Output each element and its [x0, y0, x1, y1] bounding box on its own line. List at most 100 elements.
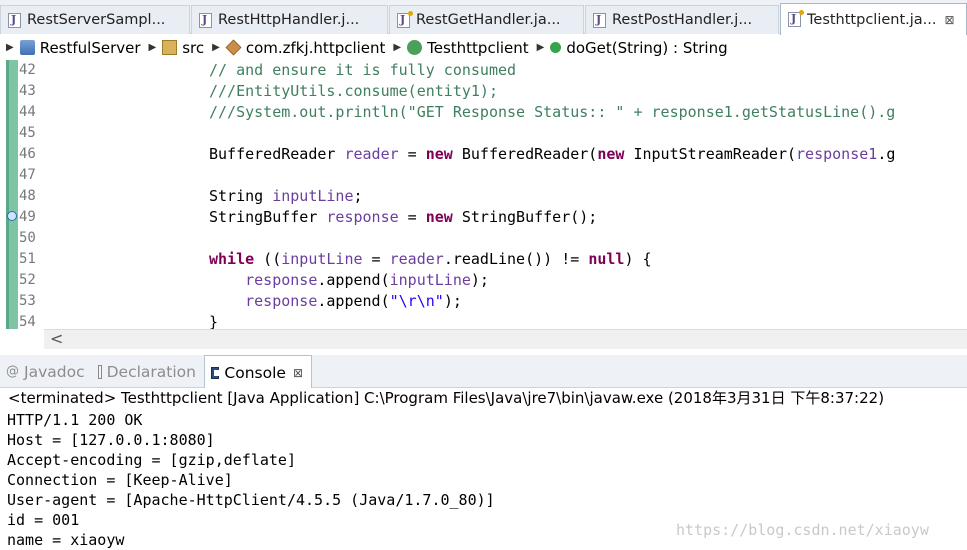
code-token: .g: [877, 145, 896, 163]
line-number: 54: [19, 314, 36, 329]
console-status: <terminated> Testhttpclient [Java Applic…: [8, 389, 885, 407]
java-file-icon: [593, 12, 606, 28]
code-token: response1: [796, 145, 878, 163]
code-token: new: [425, 208, 453, 226]
breadcrumb: ▶ RestfulServer ▶ src ▶ com.zfkj.httpcli…: [0, 35, 967, 61]
tab-label: RestPostHandler.j...: [612, 12, 753, 28]
console-line: Host = [127.0.0.1:8080]: [7, 431, 215, 449]
chevron-right-icon: ▶: [212, 42, 220, 53]
console-icon: [211, 366, 223, 379]
line-number: 48: [19, 188, 36, 204]
tab-restserversample[interactable]: RestServerSampl...: [0, 5, 190, 34]
code-token: =: [398, 145, 426, 163]
code-token: inputLine: [272, 187, 354, 205]
close-icon[interactable]: ⊠: [945, 13, 955, 27]
package-icon: [225, 39, 242, 56]
console-line: User-agent = [Apache-HttpClient/4.5.5 (J…: [7, 491, 495, 509]
code-text: }: [209, 312, 218, 329]
breadcrumb-package[interactable]: com.zfkj.httpclient: [246, 39, 386, 57]
code-token: .readLine()) !=: [443, 250, 589, 268]
java-file-icon: [397, 10, 413, 28]
tab-console[interactable]: Console ⊠: [204, 355, 312, 389]
breakpoint-icon[interactable]: [7, 211, 17, 221]
code-token: new: [425, 145, 453, 163]
java-file-icon: [8, 12, 21, 28]
breadcrumb-src[interactable]: src: [182, 39, 204, 57]
watermark: https://blog.csdn.net/xiaoyw: [676, 521, 929, 539]
code-text: while ((inputLine = reader.readLine()) !…: [209, 249, 652, 270]
code-token: new: [597, 145, 625, 163]
code-text: response.append(inputLine);: [209, 270, 489, 291]
code-token: InputStreamReader(: [624, 145, 797, 163]
line-number: 46: [19, 146, 36, 162]
code-token: ;: [353, 187, 363, 205]
code-token: response: [245, 271, 318, 289]
tab-label: RestHttpHandler.j...: [218, 12, 360, 28]
code-text: // and ensure it is fully consumed: [209, 60, 516, 81]
panel-tab-bar: @ Javadoc Declaration Console ⊠: [0, 355, 967, 389]
code-token: ((: [254, 250, 282, 268]
line-number: 42: [19, 62, 36, 78]
tab-testhttpclient[interactable]: Testhttpclient.ja... ⊠: [780, 3, 967, 35]
code-token: =: [398, 208, 426, 226]
chevron-right-icon: ▶: [148, 42, 157, 53]
tab-declaration[interactable]: Declaration: [92, 355, 204, 388]
line-number: 52: [19, 272, 36, 288]
tab-javadoc[interactable]: @ Javadoc: [0, 355, 92, 388]
console-line: Accept-encoding = [gzip,deflate]: [7, 451, 296, 469]
line-number: 43: [19, 83, 36, 99]
code-editor[interactable]: 42 // and ensure it is fully consumed 43 //…: [0, 60, 967, 329]
breadcrumb-method[interactable]: doGet(String) : String: [566, 39, 727, 57]
code-token: ///EntityUtils.consume(entity1);: [209, 82, 498, 100]
tab-label: RestServerSampl...: [27, 12, 166, 28]
line-number: 53: [19, 293, 36, 309]
code-token: reader: [389, 250, 444, 268]
code-token: );: [443, 292, 462, 310]
code-token: StringBuffer();: [452, 208, 598, 226]
code-token: inputLine: [389, 271, 471, 289]
breadcrumb-project[interactable]: RestfulServer: [40, 39, 141, 57]
code-token: StringBuffer: [209, 208, 327, 226]
console-line: name = xiaoyw: [7, 531, 125, 549]
console-line: id = 001: [7, 511, 80, 529]
code-token: String: [209, 187, 273, 205]
chevron-right-icon: ▶: [393, 42, 402, 53]
close-icon[interactable]: ⊠: [293, 366, 303, 380]
code-text: StringBuffer response = new StringBuffer…: [209, 207, 597, 228]
code-token: BufferedReader(: [452, 145, 598, 163]
breadcrumb-class[interactable]: Testhttpclient: [427, 39, 529, 57]
java-file-icon: [199, 12, 212, 28]
declaration-icon: [98, 364, 102, 379]
line-number: 45: [19, 125, 36, 141]
code-token: .append(: [317, 292, 390, 310]
tab-label: RestGetHandler.ja...: [416, 12, 561, 28]
tab-restgethandler[interactable]: RestGetHandler.ja...: [389, 5, 584, 34]
java-file-icon: [788, 10, 804, 27]
code-text: BufferedReader reader = new BufferedRead…: [209, 144, 895, 165]
tab-resthttphandler[interactable]: RestHttpHandler.j...: [191, 5, 388, 34]
chevron-right-icon: ▶: [536, 42, 545, 53]
line-number: 50: [19, 230, 36, 246]
tab-restposthandler[interactable]: RestPostHandler.j...: [585, 5, 779, 34]
tab-label: Console: [224, 363, 286, 382]
horizontal-scrollbar[interactable]: <: [44, 329, 967, 349]
code-text: String inputLine;: [209, 186, 363, 207]
code-text: response.append("\r\n");: [209, 291, 462, 312]
code-token: );: [470, 271, 489, 289]
scroll-left-arrow-icon[interactable]: <: [50, 330, 63, 348]
line-number: 49: [19, 209, 36, 225]
editor-tab-bar: RestServerSampl... RestHttpHandler.j... …: [0, 0, 967, 35]
console-line: HTTP/1.1 200 OK: [7, 411, 143, 429]
code-token: =: [362, 250, 390, 268]
tab-label: Declaration: [106, 362, 196, 381]
tab-label: Javadoc: [24, 362, 85, 381]
tab-label: Testhttpclient.ja...: [807, 11, 937, 28]
line-number: 44: [19, 104, 36, 120]
code-token: null: [588, 250, 625, 268]
code-token: }: [209, 313, 219, 329]
code-token: ///System.out.println("GET Response Stat…: [209, 103, 896, 121]
code-token: response: [326, 208, 399, 226]
console-line: Connection = [Keep-Alive]: [7, 471, 233, 489]
